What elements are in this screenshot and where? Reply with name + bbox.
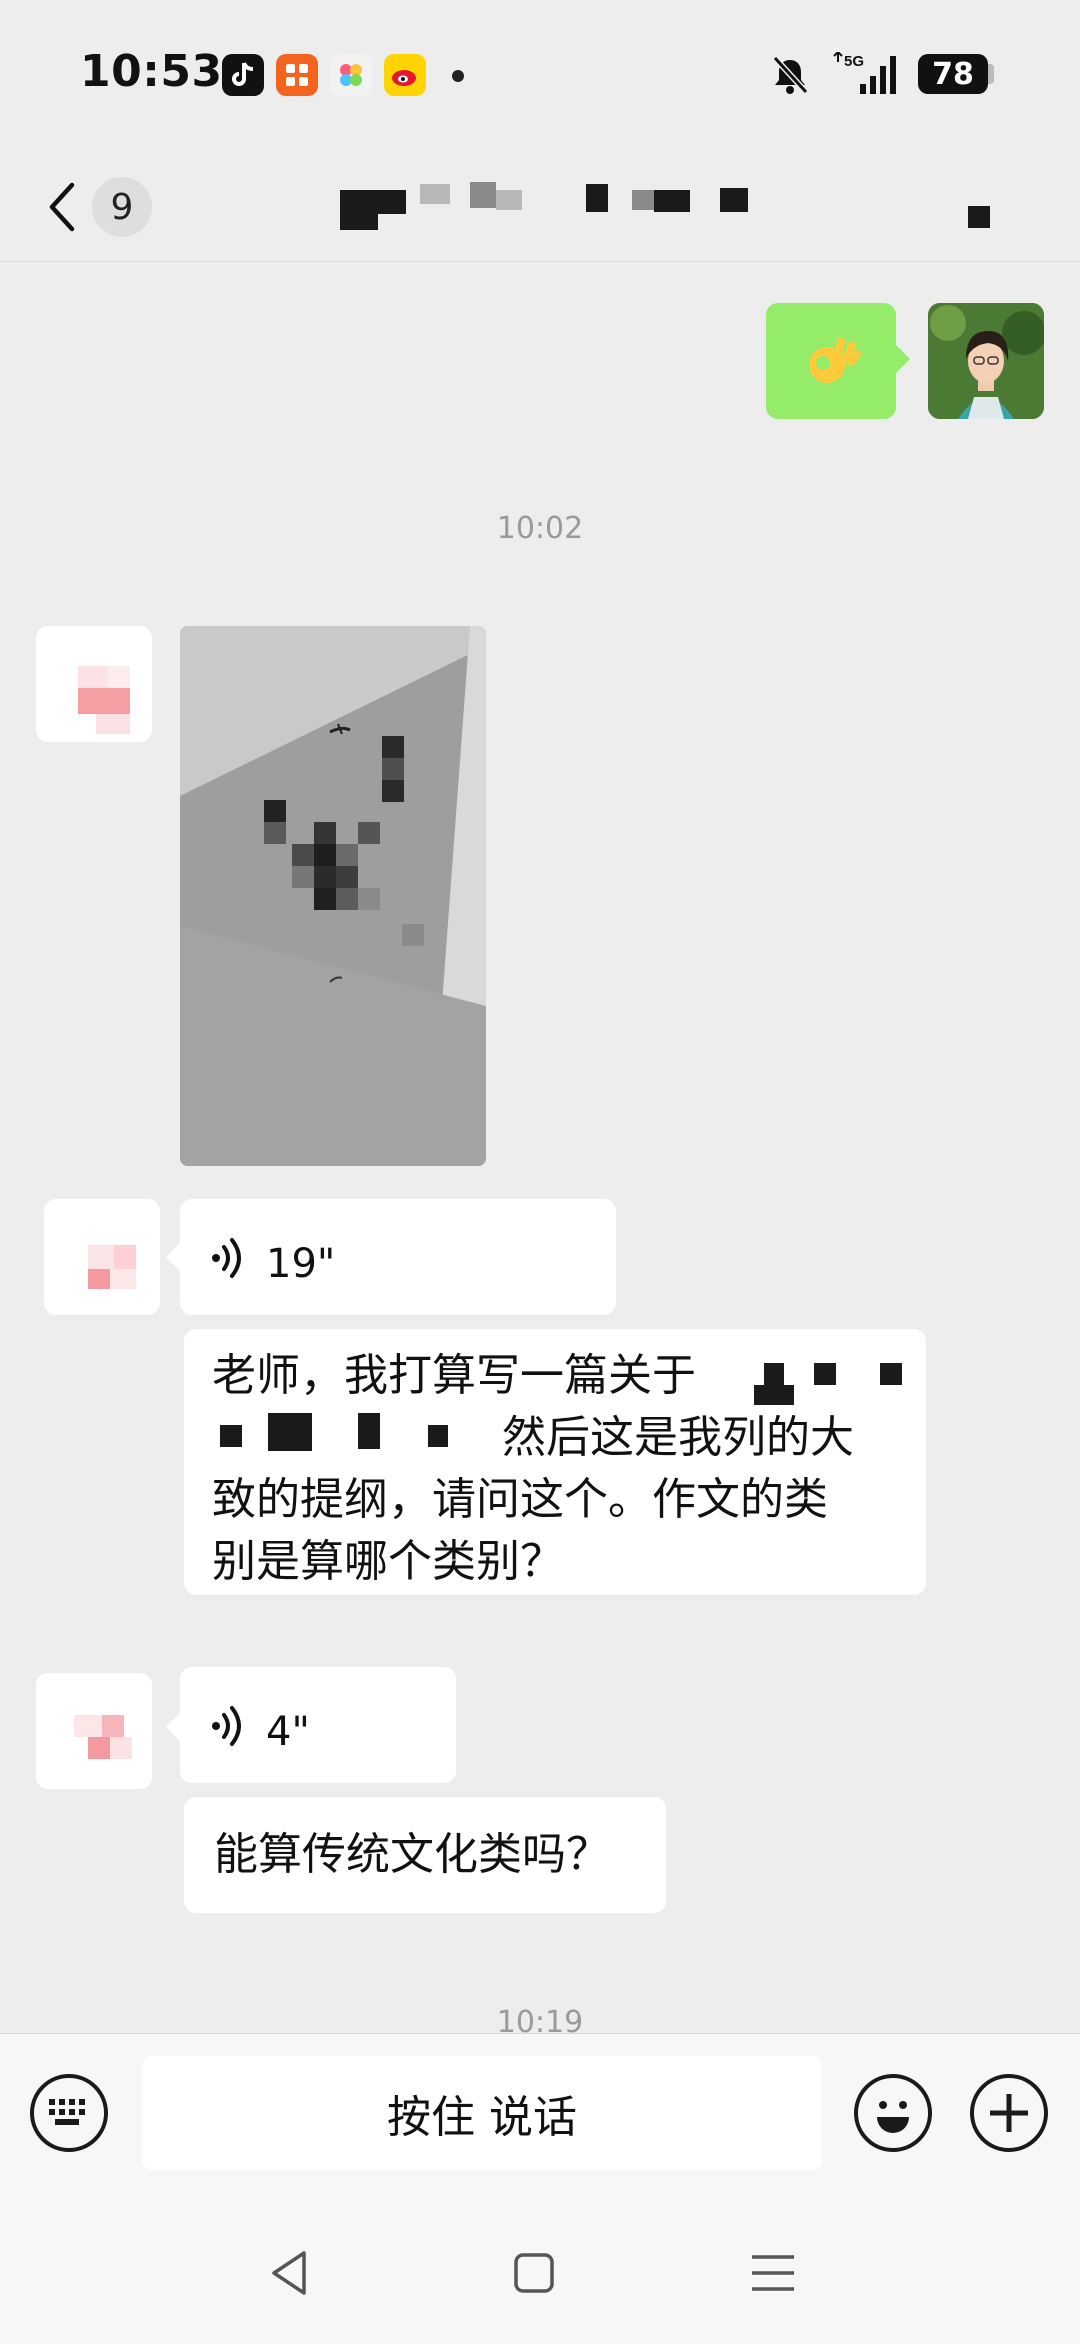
chat-title-redacted (340, 176, 990, 236)
network-label: 5G (844, 53, 864, 70)
plus-icon[interactable] (970, 2074, 1048, 2152)
message-line-1: 老师，我打算写一篇关于 (212, 1350, 696, 1401)
sent-emoji-bubble[interactable] (766, 303, 896, 419)
hold-to-talk-button[interactable]: 按住 说话 (142, 2056, 822, 2170)
voice-message-bubble[interactable]: 4" (180, 1667, 456, 1783)
notification-dot-icon (452, 70, 464, 82)
back-button[interactable]: 9 (44, 162, 194, 252)
battery-icon: 78 (918, 54, 988, 94)
my-avatar[interactable] (928, 303, 1044, 419)
voice-duration: 4" (266, 1709, 310, 1755)
ok-hand-emoji-icon (809, 337, 861, 383)
contact-avatar[interactable] (36, 1673, 152, 1789)
bubble-tail (166, 1713, 180, 1741)
message-line-4: 别是算哪个类别？ (212, 1536, 564, 1587)
contact-avatar[interactable] (36, 626, 152, 742)
voice-duration: 19" (266, 1241, 336, 1287)
sent-bubble-tail (896, 345, 910, 373)
chat-header: 9 (0, 150, 1080, 262)
text-message-bubble[interactable]: 老师，我打算写一篇关于 然后这是我列的大 致的提纲，请问这个。作文的类 别是算哪… (184, 1329, 926, 1595)
received-photo[interactable] (180, 626, 486, 1166)
contact-avatar[interactable] (44, 1199, 160, 1315)
nav-back-icon[interactable] (264, 2247, 316, 2299)
app-grid-icon (276, 54, 318, 96)
voice-wave-icon (212, 1238, 241, 1278)
system-navigation-bar (0, 2203, 1080, 2344)
weibo-icon (384, 54, 426, 96)
message-line-3: 致的提纲，请问这个。作文的类 (212, 1474, 828, 1525)
emoji-icon[interactable] (854, 2074, 932, 2152)
nav-menu-icon[interactable] (748, 2249, 798, 2297)
nav-home-icon[interactable] (510, 2249, 558, 2297)
chevron-left-icon (49, 182, 75, 232)
colorful-app-icon (330, 54, 372, 96)
timestamp: 10:02 (496, 511, 584, 546)
keyboard-icon[interactable] (30, 2074, 108, 2152)
message-text: 能算传统文化类吗？ (214, 1829, 610, 1880)
voice-wave-icon (212, 1706, 241, 1746)
status-bar: 10:53 5G 78 (0, 0, 1080, 150)
input-bar: 按住 说话 (0, 2033, 1080, 2203)
voice-message-bubble[interactable]: 19" (180, 1199, 616, 1315)
signal-icon: 5G (830, 52, 910, 98)
mute-bell-icon (770, 52, 810, 98)
message-list[interactable]: 10:02 19" 老师，我打算写一篇关于 然后这是我列的大 致的提纲，请问这个… (0, 263, 1080, 2033)
text-message-bubble[interactable]: 能算传统文化类吗？ (184, 1797, 666, 1913)
message-line-2: 然后这是我列的大 (502, 1412, 854, 1463)
status-time: 10:53 (80, 46, 223, 97)
timestamp: 10:19 (496, 2005, 584, 2033)
bubble-tail (166, 1243, 180, 1271)
unread-count-badge: 9 (92, 177, 152, 237)
tiktok-icon (222, 54, 264, 96)
battery-tip (988, 64, 994, 84)
